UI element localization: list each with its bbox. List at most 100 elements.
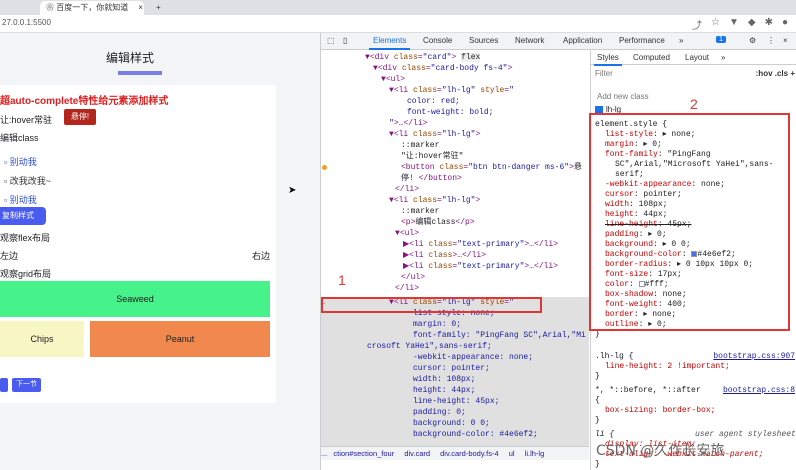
gear-icon[interactable]: ⚙ xyxy=(749,36,756,45)
tab-console[interactable]: Console xyxy=(423,36,452,45)
dom-node: </li> xyxy=(395,185,420,194)
dom-node[interactable]: <p>编辑class</p> xyxy=(401,217,475,228)
dom-node[interactable]: ▼<ul> xyxy=(381,74,405,85)
breadcrumb-item[interactable]: ction#section_four xyxy=(333,449,394,458)
grid-item-chips: Chips xyxy=(0,321,84,357)
tab-computed[interactable]: Computed xyxy=(633,53,670,64)
mouse-cursor-icon: ➤ xyxy=(288,185,297,196)
styles-tabs: Styles Computed Layout » xyxy=(591,50,796,66)
edit-class-label: 编辑class xyxy=(0,133,39,143)
url-text[interactable]: 27.0.0.1:5500 xyxy=(2,18,51,27)
breadcrumb: ... ction#section_four div.card div.card… xyxy=(321,446,589,460)
dom-node: background: 0 0; xyxy=(413,419,490,428)
dom-node: font-family: "PingFang SC",Arial,"Mi xyxy=(413,331,586,340)
close-icon[interactable]: × xyxy=(783,36,788,45)
more-menu-icon[interactable]: ⋮ xyxy=(767,36,775,45)
annotation-box-1 xyxy=(321,297,542,313)
dom-node: padding: 0; xyxy=(413,408,466,417)
filter-buttons[interactable]: :hov .cls + xyxy=(756,69,795,80)
hover-label: 让:hover常驻 xyxy=(0,115,53,125)
issues-badge[interactable]: 1 xyxy=(716,36,726,43)
dom-node[interactable]: ▼<ul> xyxy=(395,228,419,239)
breadcrumb-item[interactable]: div.card xyxy=(404,449,430,458)
tab-styles[interactable]: Styles xyxy=(594,53,622,66)
new-tab-button[interactable]: + xyxy=(150,1,167,15)
dom-node[interactable]: ▼<li class="lh-lg"> xyxy=(389,195,480,206)
rule-selector: *, *::before, *::after xyxy=(595,386,701,395)
tab-sources[interactable]: Sources xyxy=(469,36,498,45)
source-link[interactable]: bootstrap.css:907 xyxy=(713,352,795,363)
tab-network[interactable]: Network xyxy=(515,36,544,45)
rule-selector: .lh-lg { xyxy=(595,352,634,361)
source-link[interactable]: bootstrap.css:8 xyxy=(723,386,795,397)
copy-style-button[interactable]: 复制样式 xyxy=(0,207,46,225)
dom-node[interactable]: ▶<li class>…</li> xyxy=(403,250,486,261)
extension-icons: ⤴ ☆ ▼ ◆ ✱ ● xyxy=(692,17,788,32)
dom-node[interactable]: <button class="btn btn-danger ms-6">悬 xyxy=(401,162,582,173)
dom-node: ::marker xyxy=(401,141,440,150)
close-icon[interactable]: × xyxy=(138,3,143,12)
dom-node: ::marker xyxy=(401,207,440,216)
dom-node: height: 44px; xyxy=(413,386,476,395)
dom-node: 停! </button> xyxy=(401,174,462,183)
more-tabs-icon[interactable]: » xyxy=(721,53,725,64)
share-icon[interactable]: ⤴ xyxy=(692,17,702,32)
puzzle-icon[interactable]: ✱ xyxy=(765,17,773,32)
list-item: ▫ 改我改我~ xyxy=(4,176,51,186)
dom-node: -webkit-appearance: none; xyxy=(413,353,534,362)
elements-tree[interactable]: ▼<div class="card"> flex ▼<div class="ca… xyxy=(321,50,589,454)
dom-node: font-weight: bold; xyxy=(407,108,494,117)
device-toggle-icon[interactable]: ▯ xyxy=(343,36,347,45)
profile-icon[interactable]: ● xyxy=(782,17,788,32)
tab-performance[interactable]: Performance xyxy=(619,36,665,45)
devtools-toolbar: ⬚ ▯ Elements Console Sources Network App… xyxy=(321,33,796,50)
rule-close: } xyxy=(595,416,600,425)
add-class-input[interactable]: Add new class xyxy=(597,92,649,103)
prev-button[interactable] xyxy=(0,378,8,392)
hover-button[interactable]: 悬停! xyxy=(64,109,96,125)
tab-application[interactable]: Application xyxy=(563,36,602,45)
grid-item-peanut: Peanut xyxy=(90,321,270,357)
rule-selector: li { xyxy=(595,430,615,439)
dom-node[interactable]: ▼<li class="lh-lg" style=" xyxy=(389,85,514,96)
tab-layout[interactable]: Layout xyxy=(685,53,709,64)
section-heading: 超auto-complete特性给元素添加样式 xyxy=(0,96,169,107)
more-tabs-icon[interactable]: » xyxy=(679,36,683,45)
dom-node: color: red; xyxy=(407,97,460,106)
star-icon[interactable]: ☆ xyxy=(711,17,720,32)
dom-node: "让:hover常驻" xyxy=(401,152,464,161)
watermark: CSDN @久作长安旅 xyxy=(596,443,725,459)
annotation-label-2: 2 xyxy=(690,96,698,112)
inspect-icon[interactable]: ⬚ xyxy=(327,36,335,45)
grid-label: 观察grid布局 xyxy=(0,269,52,279)
warning-dot xyxy=(322,165,327,170)
browser-tab[interactable]: ❀ 百度一下，你就知道 × xyxy=(40,1,144,15)
tab-favicon-icon: ❀ xyxy=(46,3,57,12)
tab-elements[interactable]: Elements xyxy=(368,36,411,50)
dom-node[interactable]: ▼<div class="card-body fs-4"> xyxy=(373,63,512,74)
breadcrumb-item[interactable]: ... xyxy=(321,449,327,458)
dom-node[interactable]: ▶<li class="text-primary">…</li> xyxy=(403,239,558,250)
extension-icon[interactable]: ▼ xyxy=(729,17,739,32)
dom-node[interactable]: ▼<div class="card"> flex xyxy=(365,52,481,63)
dom-node: margin: 0; xyxy=(413,320,462,329)
list-item: ▫ 别动我 xyxy=(4,157,37,167)
card: 超auto-complete特性给元素添加样式 让:hover常驻 悬停! 编辑… xyxy=(0,85,276,403)
breadcrumb-item[interactable]: li.lh-lg xyxy=(525,449,545,458)
extension-icon[interactable]: ◆ xyxy=(748,17,756,32)
styles-filter-input[interactable]: Filter xyxy=(595,69,613,80)
breadcrumb-item[interactable]: div.card-body.fs-4 xyxy=(440,449,499,458)
dom-node[interactable]: ▶<li class="text-primary">…</li> xyxy=(403,261,558,272)
flex-label: 观察flex布局 xyxy=(0,233,51,243)
breadcrumb-item[interactable]: ul xyxy=(509,449,515,458)
css-prop[interactable]: box-sizing: border-box; xyxy=(605,406,715,417)
grid-item-seaweed: Seaweed xyxy=(0,281,270,317)
dom-node[interactable]: ▼<li class="lh-lg"> xyxy=(389,129,480,140)
css-prop[interactable]: line-height: 2 !important; xyxy=(605,362,730,373)
next-button[interactable]: 下一节 xyxy=(12,378,41,392)
rule-close: } xyxy=(595,372,600,381)
address-bar[interactable]: 27.0.0.1:5500 ⤴ ☆ ▼ ◆ ✱ ● xyxy=(0,15,796,33)
dom-node: cursor: pointer; xyxy=(413,364,490,373)
flex-right: 右边 xyxy=(252,251,271,261)
dom-node[interactable]: ">…</li> xyxy=(389,118,427,129)
